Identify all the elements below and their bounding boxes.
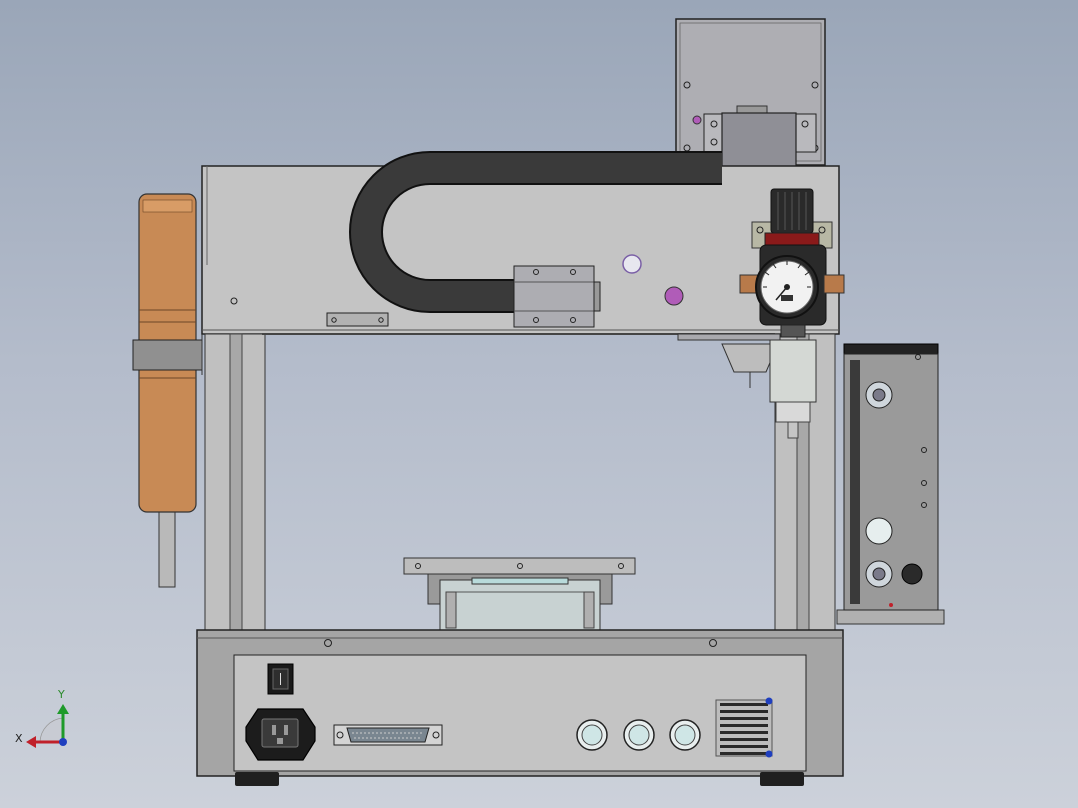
machine-drawing (26, 18, 945, 786)
work-platform (403, 557, 636, 631)
side-control-box (836, 343, 945, 625)
triad-x-label: X (15, 732, 23, 745)
stepper-motor (132, 193, 203, 588)
circular-connector (576, 719, 701, 751)
vent-grille (715, 697, 773, 758)
db37-connector (333, 724, 443, 746)
power-inlet (245, 708, 316, 761)
pressure-gauge (755, 255, 819, 319)
dispensing-syringe (677, 333, 817, 439)
power-switch (267, 663, 294, 695)
triad-y-label: Y (58, 688, 65, 701)
coordinate-triad (26, 704, 69, 748)
